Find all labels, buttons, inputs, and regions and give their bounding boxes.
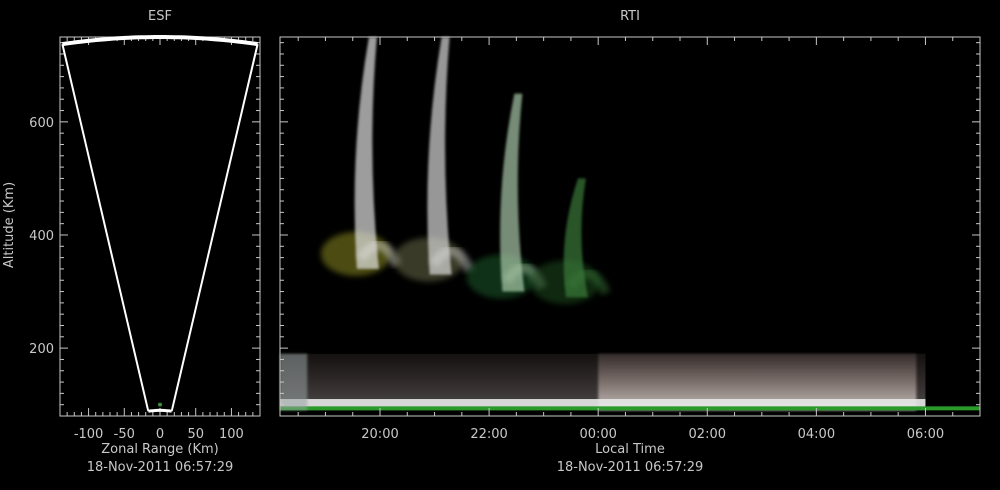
- rti-plume: [466, 93, 547, 299]
- esf-sector-plot: [61, 35, 259, 413]
- esf-sector-inner-arc: [148, 408, 172, 413]
- esf-x-axis: -100 -50 0 50 100: [66, 37, 254, 442]
- esf-rti-figure: ESF 200 400 600 -100 -50 0 50 100 Altitude (Km…: [2, 9, 981, 475]
- rti-plume-column: [427, 37, 452, 275]
- rti-timestamp: 18-Nov-2011 06:57:29: [557, 460, 704, 475]
- rti-plume: [393, 37, 475, 282]
- rti-x-tick-label: 06:00: [907, 427, 944, 442]
- rti-x-tick-label: 22:00: [470, 427, 507, 442]
- rti-xlabel: Local Time: [595, 442, 665, 457]
- rti-x-tick-label: 04:00: [798, 427, 835, 442]
- rti-y-axis: [280, 42, 980, 406]
- rti-plume: [320, 37, 402, 276]
- esf-panel: ESF 200 400 600 -100 -50 0 50 100 Altitude (Km…: [2, 9, 261, 475]
- rti-plume-column: [354, 37, 379, 269]
- esf-x-tick-label: 0: [156, 427, 164, 442]
- rti-early-echo: [280, 353, 308, 411]
- esf-x-tick-label: 100: [219, 427, 244, 442]
- rti-title: RTI: [620, 9, 640, 24]
- esf-sector-left-edge: [61, 43, 150, 412]
- esf-title: ESF: [148, 9, 172, 24]
- rti-panel: RTI 20:00 22:00 00:00 02:00 04:00 06:00 Local…: [279, 9, 981, 475]
- esf-ylabel: Altitude (Km): [2, 182, 17, 268]
- esf-plot-frame: [59, 36, 261, 417]
- esf-y-tick-label: 200: [29, 342, 54, 357]
- rti-x-tick-label: 02:00: [689, 427, 726, 442]
- esf-y-tick-label: 400: [29, 229, 54, 244]
- esf-sector-right-edge: [170, 43, 259, 412]
- esf-x-tick-label: -100: [74, 427, 104, 442]
- esf-echo: [158, 402, 162, 407]
- esf-xlabel: Zonal Range (Km): [101, 442, 218, 457]
- esf-x-tick-label: 50: [187, 427, 204, 442]
- rti-ground-clutter: [280, 406, 980, 411]
- esf-x-tick-label: -50: [114, 427, 135, 442]
- esf-timestamp: 18-Nov-2011 06:57:29: [87, 460, 234, 475]
- rti-x-tick-label: 00:00: [579, 427, 616, 442]
- rti-plume: [530, 178, 611, 305]
- esf-y-tick-label: 600: [29, 116, 54, 131]
- rti-bottom-layer-line: [280, 399, 926, 408]
- rti-x-tick-label: 20:00: [361, 427, 398, 442]
- rti-image: [280, 37, 980, 411]
- esf-y-axis: 200 400 600: [29, 42, 260, 406]
- rti-plume-column: [500, 93, 525, 292]
